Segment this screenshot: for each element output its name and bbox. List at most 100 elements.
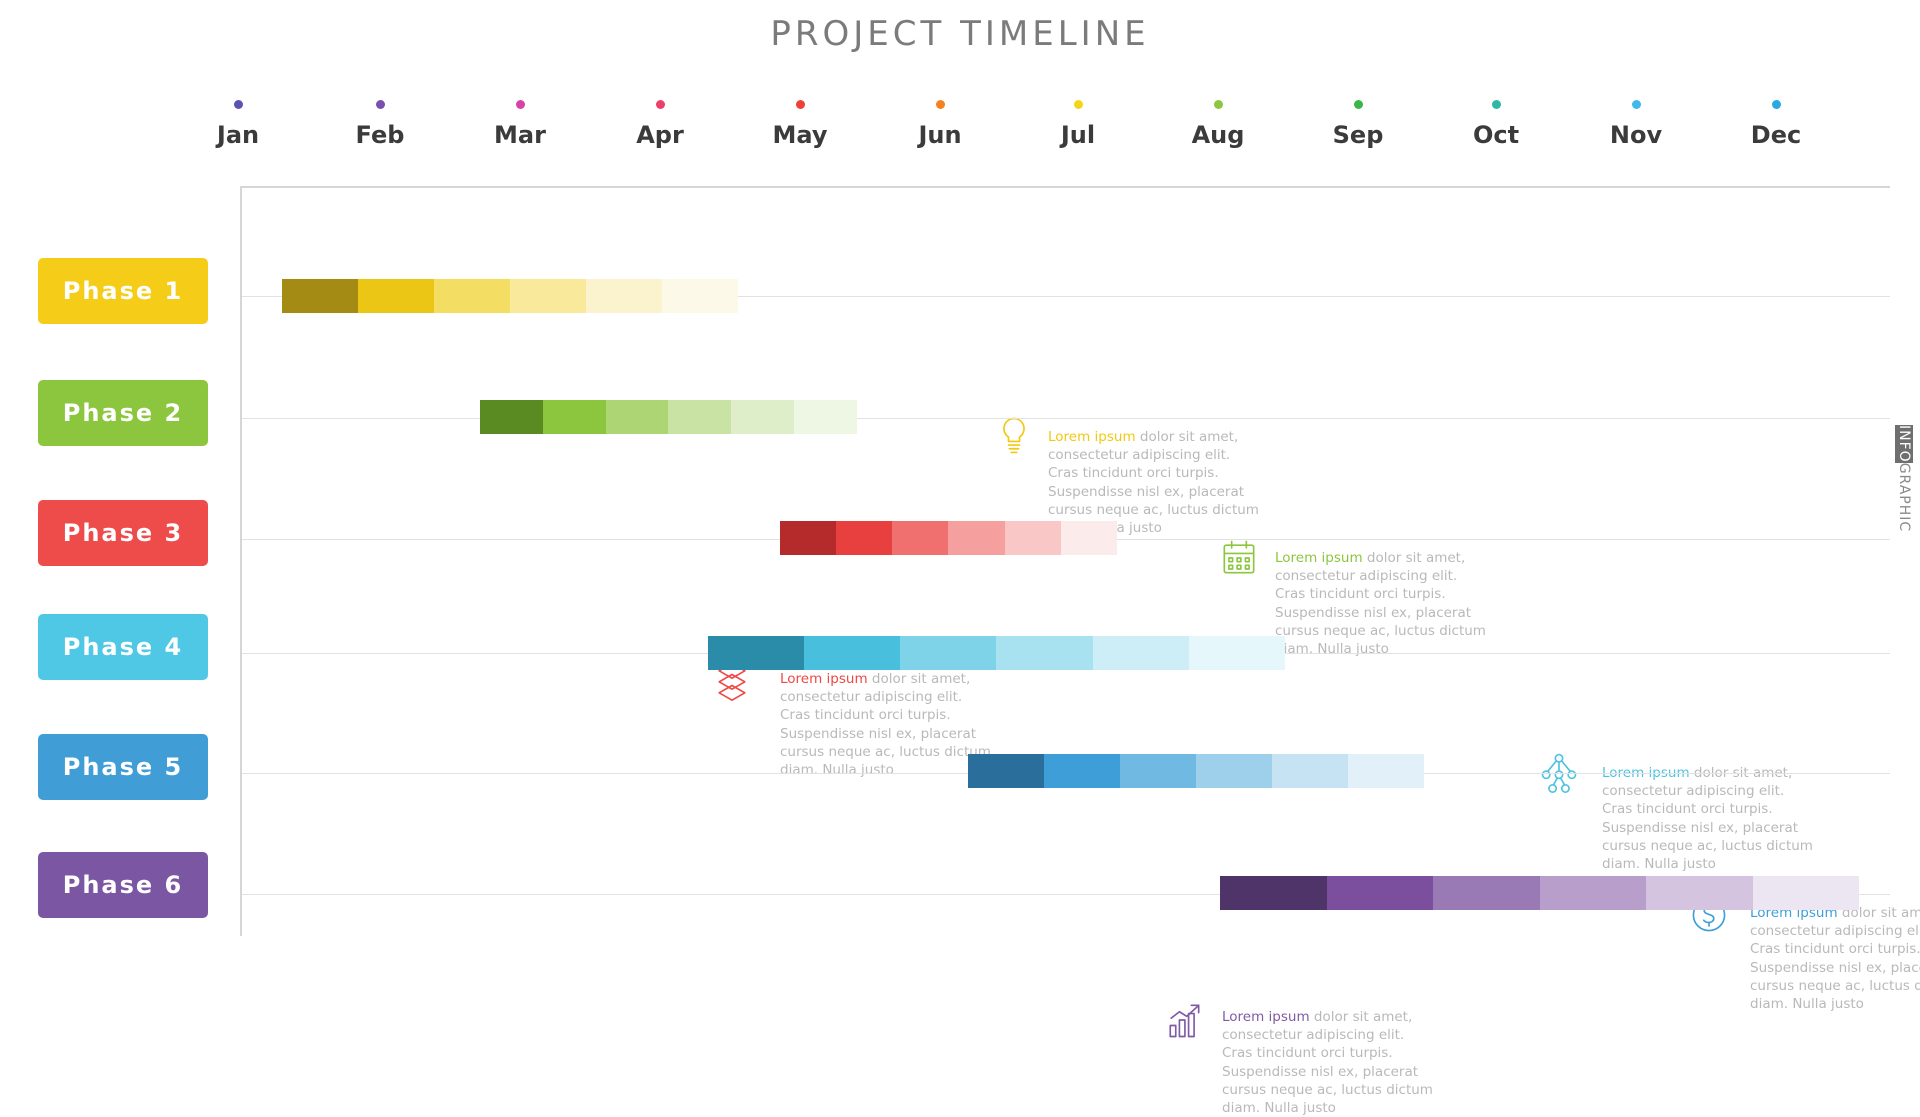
bar-segment <box>892 521 949 555</box>
calendar-icon <box>1217 536 1261 580</box>
bar-segment <box>1060 521 1117 555</box>
month-dec: Dec <box>1716 100 1836 149</box>
phase-note-3: Lorem ipsum dolor sit amet, consectetur … <box>780 670 995 779</box>
phase-label-1[interactable]: Phase 1 <box>38 258 208 324</box>
bar-segment <box>1646 876 1753 910</box>
note-lead: Lorem ipsum <box>1048 429 1136 445</box>
bar-segment <box>480 400 543 434</box>
phase-label-6[interactable]: Phase 6 <box>38 852 208 918</box>
phase-label-2[interactable]: Phase 2 <box>38 380 208 446</box>
month-label: Feb <box>355 121 405 149</box>
phase-label-5[interactable]: Phase 5 <box>38 734 208 800</box>
gantt-bar-phase-2[interactable] <box>480 400 857 434</box>
month-dot-icon <box>375 100 385 109</box>
bar-segment <box>661 279 738 313</box>
phase-label-3[interactable]: Phase 3 <box>38 500 208 566</box>
month-axis: Jan Feb Mar Apr May Jun Jul Aug Sep Oct Nov Dec <box>0 100 1920 170</box>
side-tag-rest: GRAPHIC <box>1896 462 1912 533</box>
note-body: dolor sit amet, consectetur adipiscing e… <box>780 671 991 779</box>
month-mar: Mar <box>460 100 580 149</box>
bar-segment <box>605 400 669 434</box>
note-body: dolor sit amet, consectetur adipiscing e… <box>1275 550 1486 658</box>
bar-segment <box>996 636 1093 670</box>
month-label: Apr <box>636 121 684 149</box>
lightbulb-icon <box>992 413 1036 457</box>
bar-segment <box>1539 876 1646 910</box>
month-label: Jul <box>1060 121 1096 149</box>
phase-note-4: Lorem ipsum dolor sit amet, consectetur … <box>1602 764 1817 873</box>
month-dot-icon <box>935 100 945 109</box>
bar-segment <box>1004 521 1061 555</box>
month-label: Oct <box>1472 121 1520 149</box>
note-lead: Lorem ipsum <box>1275 550 1363 566</box>
phase-label-4[interactable]: Phase 4 <box>38 614 208 680</box>
phase-note-2: Lorem ipsum dolor sit amet, consectetur … <box>1275 549 1490 658</box>
note-body: dolor sit amet, consectetur adipiscing e… <box>1222 1009 1433 1117</box>
bar-segment <box>668 400 732 434</box>
gantt-bar-phase-1[interactable] <box>282 279 738 313</box>
month-dot-icon <box>1073 100 1083 109</box>
bar-segment <box>948 521 1005 555</box>
gantt-chart-area: Lorem ipsum dolor sit amet, consectetur … <box>240 186 1920 1116</box>
month-dot-icon <box>1631 100 1641 109</box>
bar-segment <box>1433 876 1540 910</box>
month-dot-icon <box>515 100 525 109</box>
bar-segment <box>1326 876 1433 910</box>
month-label: Dec <box>1750 121 1802 149</box>
note-body: dolor sit amet, consectetur adipiscing e… <box>1602 765 1813 873</box>
side-tag-highlight: INFO <box>1895 425 1913 463</box>
bar-segment <box>804 636 901 670</box>
month-dot-icon <box>655 100 665 109</box>
note-lead: Lorem ipsum <box>1222 1009 1310 1025</box>
month-dot-icon <box>1353 100 1363 109</box>
month-label: Aug <box>1191 121 1245 149</box>
month-label: May <box>772 121 828 149</box>
month-label: Jan <box>216 121 260 149</box>
phase-note-6: Lorem ipsum dolor sit amet, consectetur … <box>1222 1008 1437 1117</box>
bar-segment <box>1271 754 1348 788</box>
month-nov: Nov <box>1576 100 1696 149</box>
network-nodes-icon <box>1537 750 1581 794</box>
gantt-bar-phase-4[interactable] <box>708 636 1285 670</box>
note-lead: Lorem ipsum <box>780 671 868 687</box>
month-oct: Oct <box>1436 100 1556 149</box>
month-jan: Jan <box>178 100 298 149</box>
month-dot-icon <box>1771 100 1781 109</box>
note-body: dolor sit amet, consectetur adipiscing e… <box>1048 429 1259 537</box>
bar-segment <box>1347 754 1424 788</box>
note-body: dolor sit amet, consectetur adipiscing e… <box>1750 905 1920 1013</box>
bar-segment <box>968 754 1044 788</box>
month-dot-icon <box>1491 100 1501 109</box>
month-feb: Feb <box>320 100 440 149</box>
month-dot-icon <box>1213 100 1223 109</box>
month-label: Nov <box>1609 121 1663 149</box>
bar-segment <box>509 279 586 313</box>
bar-segment <box>282 279 358 313</box>
bar-segment <box>1220 876 1327 910</box>
bar-segment <box>542 400 606 434</box>
month-sep: Sep <box>1298 100 1418 149</box>
bar-segment <box>1119 754 1196 788</box>
bar-segment <box>731 400 795 434</box>
bar-segment <box>1752 876 1859 910</box>
chart-growth-icon <box>1162 998 1206 1042</box>
bar-segment <box>1188 636 1285 670</box>
bar-segment <box>780 521 837 555</box>
bar-segment <box>585 279 662 313</box>
month-label: Mar <box>494 121 546 149</box>
bar-segment <box>357 279 434 313</box>
bar-segment <box>1043 754 1120 788</box>
bar-segment <box>836 521 893 555</box>
bar-segment <box>433 279 510 313</box>
bar-segment <box>794 400 857 434</box>
gantt-bar-phase-5[interactable] <box>968 754 1424 788</box>
gantt-bar-phase-6[interactable] <box>1220 876 1859 910</box>
gantt-bar-phase-3[interactable] <box>780 521 1117 555</box>
bar-segment <box>1092 636 1189 670</box>
month-jun: Jun <box>880 100 1000 149</box>
month-dot-icon <box>233 100 243 109</box>
month-jul: Jul <box>1018 100 1138 149</box>
month-dot-icon <box>795 100 805 109</box>
phase-note-5: Lorem ipsum dolor sit amet, consectetur … <box>1750 904 1920 1013</box>
bar-segment <box>1195 754 1272 788</box>
